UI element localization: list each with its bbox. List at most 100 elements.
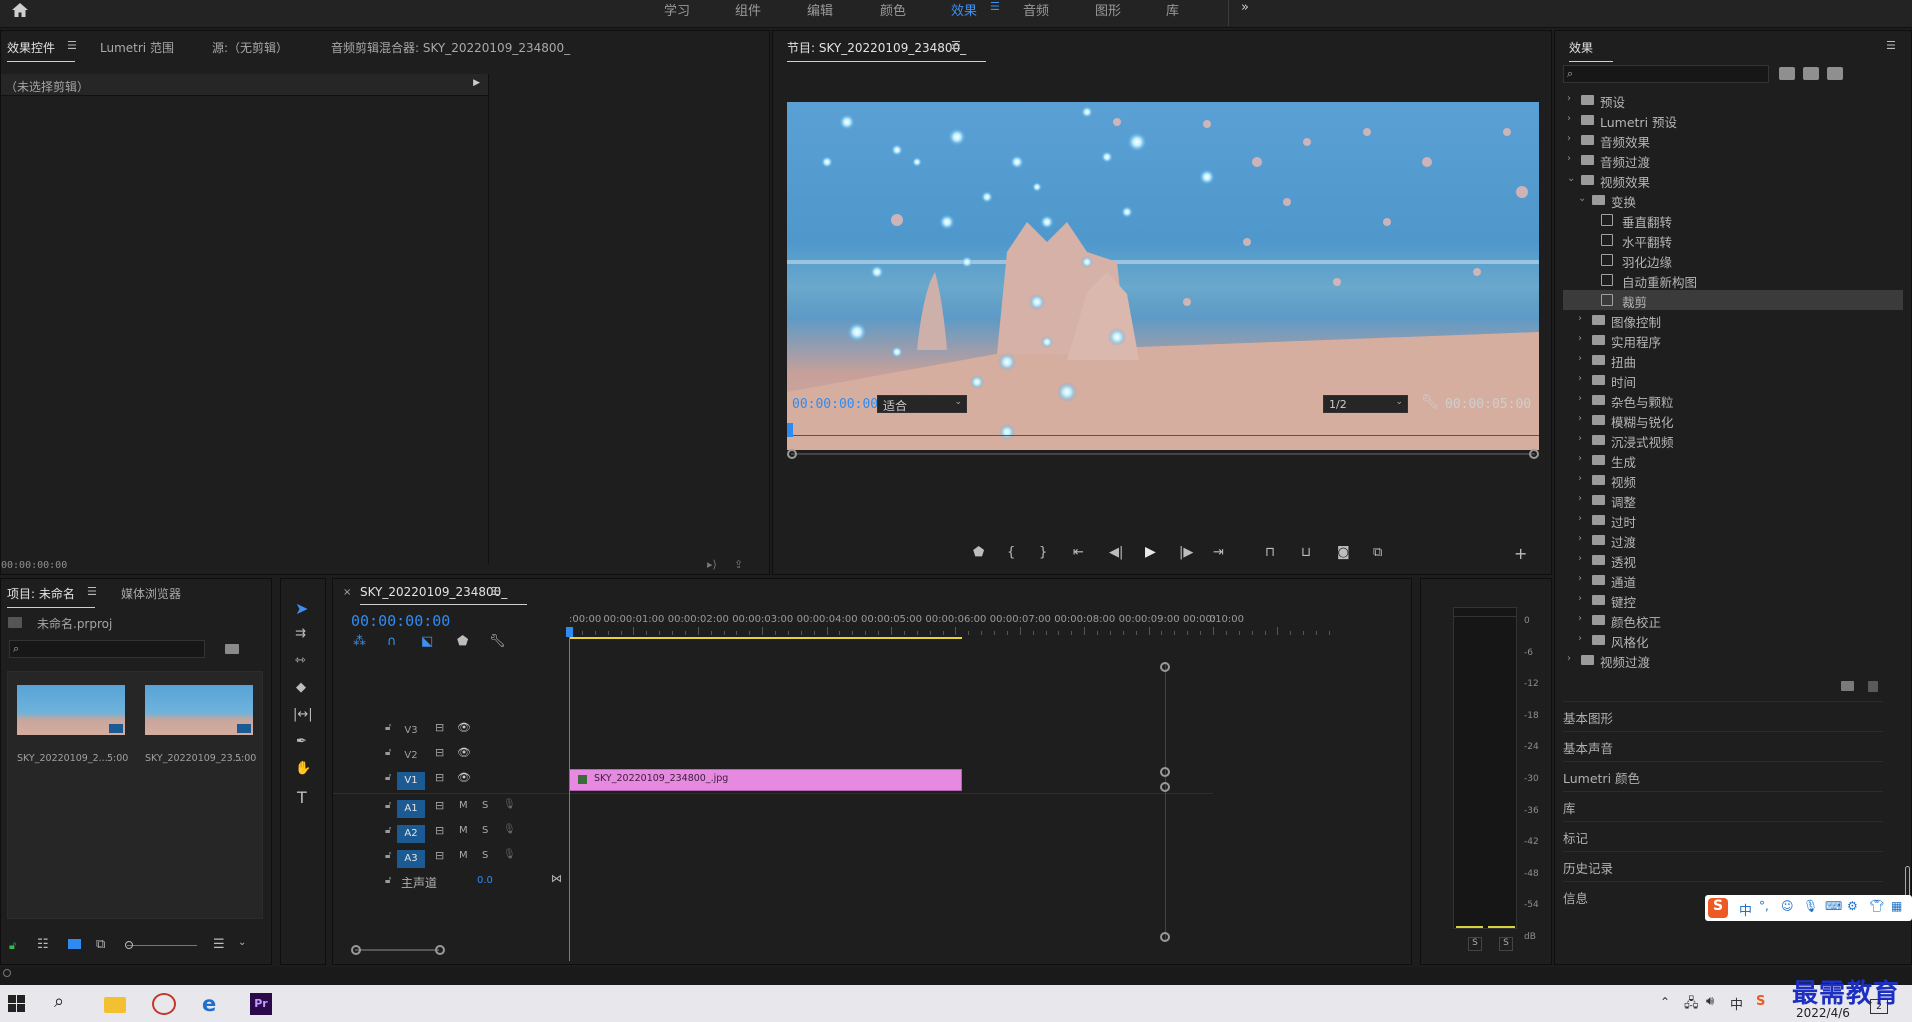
tab-lumetri-scopes[interactable]: Lumetri 范围 <box>100 39 174 56</box>
program-title[interactable]: 节目: SKY_20220109_234800_ <box>787 39 987 62</box>
track-lock-icon[interactable]: 🔓︎ <box>385 800 391 811</box>
lock-icon[interactable]: 🔓︎ <box>9 939 16 953</box>
chevron-right-icon[interactable]: › <box>1578 533 1582 544</box>
effect-folder[interactable]: › 透视 <box>1563 550 1903 570</box>
effect-folder[interactable]: › 沉浸式视频 <box>1563 430 1903 450</box>
chevron-right-icon[interactable]: › <box>1578 373 1582 384</box>
extract-icon[interactable]: ⊔ <box>1301 545 1311 560</box>
chevron-right-icon[interactable]: › <box>1578 453 1582 464</box>
track-lock-icon[interactable]: 🔓︎ <box>385 722 391 733</box>
file-explorer-icon[interactable] <box>104 997 126 1013</box>
keyboard-icon[interactable]: ⌨ <box>1825 899 1842 913</box>
solo-button[interactable]: S <box>482 850 488 861</box>
sort-icon[interactable]: ☰ <box>213 937 225 952</box>
chevron-right-icon[interactable]: › <box>1578 413 1582 424</box>
project-clip-thumb[interactable] <box>145 685 253 735</box>
project-search-input[interactable]: ⌕ <box>9 640 205 658</box>
sogou-tray-icon[interactable]: S <box>1756 994 1765 1009</box>
snap-icon[interactable]: ∩ <box>387 634 397 649</box>
tab-source[interactable]: 源:（无剪辑） <box>212 39 288 56</box>
effect-folder[interactable]: › 视频 <box>1563 470 1903 490</box>
solo-button[interactable]: S <box>482 825 488 836</box>
toggle-output-eye-icon[interactable]: 👁︎ <box>457 721 471 734</box>
track-lock-icon[interactable]: 🔓︎ <box>385 747 391 758</box>
wrench-icon[interactable]: 🔧︎ <box>1421 394 1439 410</box>
chevron-right-icon[interactable]: › <box>1578 313 1582 324</box>
workspace-learn[interactable]: 学习 <box>664 0 690 19</box>
sync-lock-icon[interactable]: ⊟ <box>435 746 444 759</box>
new-bin-icon[interactable] <box>1841 681 1854 691</box>
chevron-right-icon[interactable]: › <box>1567 133 1571 144</box>
network-icon[interactable]: 🖧︎ <box>1684 994 1699 1016</box>
sync-lock-icon[interactable]: ⊟ <box>435 824 444 837</box>
notification-icon[interactable]: 2 <box>1870 999 1888 1014</box>
track-target-button[interactable]: V1 <box>397 772 425 790</box>
sync-lock-icon[interactable]: ⊟ <box>435 721 444 734</box>
resolution-dropdown[interactable]: 1/2 ⌄ <box>1323 395 1408 413</box>
new-bin-icon[interactable] <box>225 644 239 654</box>
chevron-right-icon[interactable]: › <box>1567 153 1571 164</box>
effect-item[interactable]: 裁剪 <box>1563 290 1903 310</box>
comparison-view-icon[interactable]: ⧉ <box>1373 545 1382 560</box>
mark-out-icon[interactable]: } <box>1039 545 1047 560</box>
go-to-next-edit-icon[interactable]: ⋈ <box>551 872 562 885</box>
voice-over-mic-icon[interactable]: 🎙︎ <box>503 824 516 835</box>
ime-tray-icon[interactable]: 中 <box>1730 994 1743 1013</box>
play-icon[interactable]: ▶ <box>1145 544 1156 560</box>
wrench-icon[interactable]: 🔧︎ <box>489 634 506 649</box>
home-icon[interactable] <box>11 2 29 18</box>
go-to-in-icon[interactable]: ⇤ <box>1073 545 1084 560</box>
panel-menu-icon[interactable]: ☰ <box>491 585 501 598</box>
toggle-output-eye-icon[interactable]: 👁︎ <box>457 771 471 784</box>
effect-folder[interactable]: › 杂色与颗粒 <box>1563 390 1903 410</box>
effect-item[interactable]: 垂直翻转 <box>1563 210 1903 230</box>
subpanel-markers[interactable]: 标记 <box>1563 821 1883 849</box>
linked-selection-icon[interactable]: ⬕ <box>421 634 433 649</box>
chevron-right-icon[interactable]: › <box>1578 613 1582 624</box>
track-lock-icon[interactable]: 🔓︎ <box>385 772 391 783</box>
chevron-right-icon[interactable]: › <box>1567 653 1571 664</box>
toggle-output-eye-icon[interactable]: 👁︎ <box>457 746 471 759</box>
chevron-down-icon[interactable]: ⌄ <box>1578 193 1586 204</box>
effect-folder[interactable]: › 图像控制 <box>1563 310 1903 330</box>
workspace-audio[interactable]: 音频 <box>1023 0 1049 19</box>
workspace-libraries[interactable]: 库 <box>1166 0 1179 19</box>
effect-folder[interactable]: › 通道 <box>1563 570 1903 590</box>
premiere-pro-icon[interactable]: Pr <box>250 993 272 1015</box>
export-frame-icon[interactable]: ◙ <box>1337 545 1350 560</box>
add-marker-icon[interactable]: ⬟ <box>457 634 468 649</box>
mark-in-icon[interactable]: { <box>1007 545 1015 560</box>
workspace-menu-icon[interactable]: ☰ <box>990 0 1000 18</box>
panel-menu-icon[interactable]: ☰ <box>951 39 961 52</box>
chevron-right-icon[interactable]: › <box>1567 93 1571 104</box>
chevron-right-icon[interactable]: › <box>1578 393 1582 404</box>
workspace-effects[interactable]: 效果 <box>951 0 977 19</box>
master-volume-value[interactable]: 0.0 <box>477 875 493 886</box>
sync-lock-icon[interactable]: ⊟ <box>435 771 444 784</box>
track-lock-icon[interactable]: 🔓︎ <box>385 825 391 836</box>
effect-folder[interactable]: › 过渡 <box>1563 530 1903 550</box>
step-forward-icon[interactable]: |▶ <box>1179 545 1193 560</box>
track-select-tool-icon[interactable]: ⇉ <box>295 626 306 641</box>
chevron-down-icon[interactable]: ⌄ <box>238 937 246 948</box>
hand-tool-icon[interactable]: ✋ <box>295 761 311 776</box>
program-zoom-bar[interactable] <box>787 449 1539 459</box>
tab-audio-clip-mixer[interactable]: 音频剪辑混合器: SKY_20220109_234800_ <box>331 39 570 56</box>
slip-tool-icon[interactable]: |↔| <box>293 707 313 722</box>
edge-browser-icon[interactable]: e <box>202 992 216 1016</box>
effect-folder[interactable]: › 模糊与锐化 <box>1563 410 1903 430</box>
effect-folder[interactable]: › 过时 <box>1563 510 1903 530</box>
add-button-icon[interactable]: + <box>1514 544 1527 563</box>
accelerated-effects-icon[interactable] <box>1779 67 1795 80</box>
time-ruler[interactable]: :00:00 00:00:01:00 00:00:02:00 00:00:03:00 0… <box>569 609 1389 635</box>
subpanel-libraries[interactable]: 库 <box>1563 791 1883 819</box>
paint-app-icon[interactable] <box>152 993 176 1015</box>
chevron-right-icon[interactable]: › <box>1578 553 1582 564</box>
effect-folder[interactable]: › 生成 <box>1563 450 1903 470</box>
tab-effect-controls[interactable]: 效果控件 <box>7 39 76 62</box>
playhead-handle[interactable] <box>566 627 573 637</box>
sequence-tab[interactable]: SKY_20220109_234800_ <box>360 585 528 605</box>
menu-grid-icon[interactable]: ▦ <box>1891 899 1902 913</box>
tab-project[interactable]: 项目: 未命名 <box>7 585 95 608</box>
project-clip-thumb[interactable] <box>17 685 125 735</box>
